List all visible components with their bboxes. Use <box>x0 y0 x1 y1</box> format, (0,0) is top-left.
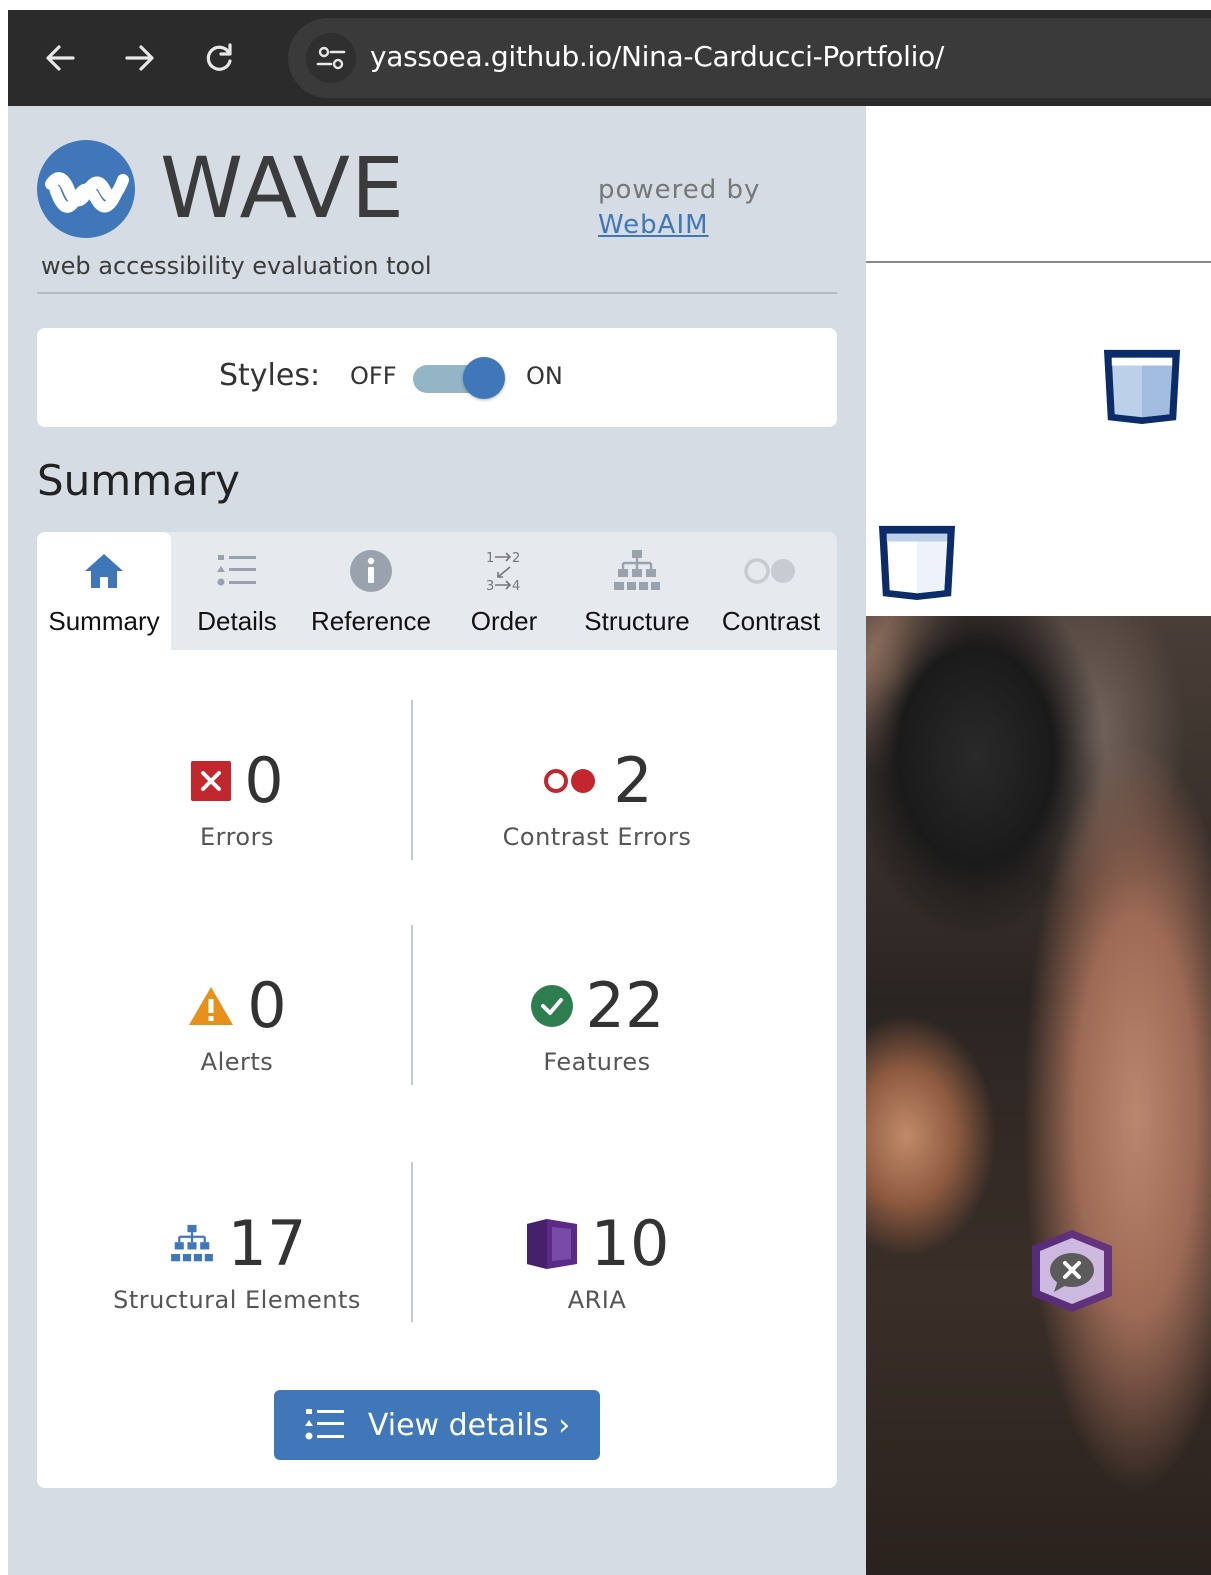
divider <box>866 261 1211 263</box>
contrast-error-icon <box>544 769 596 793</box>
powered-by-text: powered by <box>598 175 761 205</box>
alerts-count: 0 <box>247 969 287 1042</box>
features-count: 22 <box>585 969 665 1042</box>
aria-error-flag-icon[interactable] <box>1028 1228 1116 1314</box>
info-icon <box>303 548 439 594</box>
styles-toggle-knob[interactable] <box>463 357 505 399</box>
hero-photo <box>866 616 1211 1575</box>
back-button[interactable] <box>38 36 82 80</box>
styles-off-label: OFF <box>350 362 397 390</box>
tab-contrast[interactable]: Contrast <box>705 532 837 650</box>
aria-flag-icon[interactable] <box>1101 346 1183 426</box>
tab-label: Contrast <box>721 606 821 636</box>
errors-count: 0 <box>244 744 284 817</box>
contrast-icon <box>705 548 837 594</box>
order-icon: 1 2 3 4 <box>439 548 569 594</box>
tab-summary[interactable]: Summary <box>37 532 171 650</box>
contrast-errors-stat[interactable]: 2 Contrast Errors <box>417 744 777 852</box>
features-label: Features <box>543 1048 651 1076</box>
tab-order[interactable]: 1 2 3 4 Order <box>439 532 569 650</box>
aria-icon <box>526 1219 577 1269</box>
tab-label: Summary <box>48 606 160 636</box>
tab-bar: Summary Details Reference 1 2 3 4 Order … <box>37 532 837 650</box>
structural-elements-label: Structural Elements <box>113 1286 361 1314</box>
structural-elements-stat[interactable]: 17 Structural Elements <box>57 1207 417 1315</box>
contrast-errors-count: 2 <box>613 744 653 817</box>
reload-button[interactable] <box>198 36 242 80</box>
tab-label: Reference <box>311 606 431 636</box>
tab-details[interactable]: Details <box>171 532 303 650</box>
arrow-right-icon <box>125 45 154 71</box>
aria-count: 10 <box>590 1207 670 1280</box>
summary-panel: 0 Errors 2 Contrast Errors 0 Alerts 22 F… <box>37 650 837 1488</box>
reload-icon <box>206 43 232 71</box>
structure-icon <box>170 1224 213 1262</box>
page-content <box>866 106 1211 1575</box>
errors-stat[interactable]: 0 Errors <box>57 745 417 851</box>
errors-label: Errors <box>199 823 274 851</box>
styles-on-label: ON <box>526 362 563 390</box>
contrast-errors-label: Contrast Errors <box>502 823 692 851</box>
divider <box>37 292 837 294</box>
tab-label: Structure <box>584 606 690 636</box>
wave-sidebar: WAVE web accessibility evaluation tool p… <box>8 106 866 1575</box>
address-bar[interactable]: yassoea.github.io/Nina-Carducci-Portfoli… <box>288 18 1211 98</box>
panel-heading: Summary <box>37 456 240 505</box>
feature-check-icon <box>530 985 573 1027</box>
svg-text:4: 4 <box>512 579 520 594</box>
tab-label: Order <box>470 606 538 636</box>
list-icon <box>171 548 303 594</box>
arrow-left-icon <box>46 45 75 71</box>
forward-button[interactable] <box>118 36 162 80</box>
aria-flag-icon[interactable] <box>876 522 958 602</box>
url-text[interactable]: yassoea.github.io/Nina-Carducci-Portfoli… <box>370 40 944 73</box>
wave-subtitle: web accessibility evaluation tool <box>41 252 432 280</box>
error-icon <box>191 761 232 801</box>
hierarchy-icon <box>569 548 705 594</box>
wave-title: WAVE <box>160 139 406 237</box>
features-stat[interactable]: 22 Features <box>417 970 777 1076</box>
view-details-label: View details › <box>367 1407 571 1443</box>
structural-elements-count: 17 <box>227 1207 307 1280</box>
list-icon <box>304 1409 344 1440</box>
browser-toolbar: yassoea.github.io/Nina-Carducci-Portfoli… <box>8 10 1211 106</box>
svg-text:1: 1 <box>486 551 494 566</box>
tab-label: Details <box>197 606 277 636</box>
styles-toggle-card: Styles: OFF ON <box>37 328 837 427</box>
svg-text:3: 3 <box>486 579 494 594</box>
alert-icon <box>189 987 234 1025</box>
webaim-link[interactable]: WebAIM <box>598 208 760 243</box>
wave-logo-icon <box>37 140 135 238</box>
powered-by: powered by WebAIM <box>598 173 760 243</box>
tab-reference[interactable]: Reference <box>303 532 439 650</box>
tune-icon <box>316 46 346 70</box>
svg-text:2: 2 <box>512 551 520 566</box>
alerts-stat[interactable]: 0 Alerts <box>57 970 417 1076</box>
tab-structure[interactable]: Structure <box>569 532 705 650</box>
aria-stat[interactable]: 10 ARIA <box>417 1208 777 1314</box>
styles-label: Styles: <box>219 358 321 393</box>
home-icon <box>37 548 171 594</box>
site-info-button[interactable] <box>306 33 356 83</box>
view-details-button[interactable]: View details › <box>274 1390 600 1460</box>
alerts-label: Alerts <box>200 1048 274 1076</box>
aria-label: ARIA <box>567 1286 627 1314</box>
